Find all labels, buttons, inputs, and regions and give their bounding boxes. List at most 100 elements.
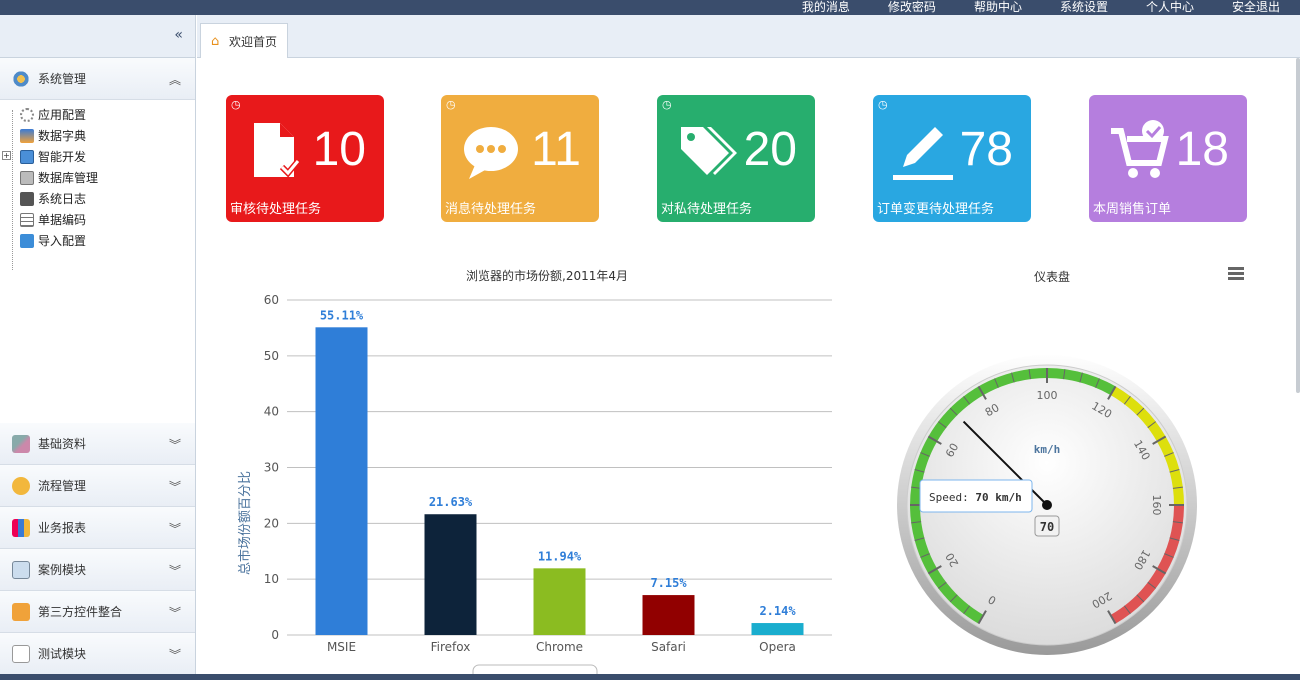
sidebar-group-system[interactable]: 系统管理 ︽ (0, 58, 195, 100)
gauge-tick-label: 100 (1037, 389, 1058, 402)
cart-check-icon (1111, 120, 1169, 178)
tree-item-smart-dev[interactable]: + 智能开发 (2, 146, 195, 167)
book-icon (20, 128, 34, 143)
list-icon (20, 212, 34, 227)
chevron-down-icon[interactable]: ︾ (169, 646, 181, 663)
gear-icon (20, 107, 34, 122)
card-value: 78 (959, 123, 1013, 176)
bar-chrome[interactable] (533, 568, 586, 635)
chart-bars: 55.11% MSIE 21.63% Firefox 11.94% Chrome 7.15%… (315, 308, 804, 654)
import-icon (20, 233, 34, 248)
x-tick-label: Opera (759, 640, 796, 654)
sidebar-group-plugin[interactable]: 第三方控件整合 ︾ (0, 591, 195, 633)
double-chevron-left-icon[interactable]: « (174, 27, 183, 43)
tree-item-logs[interactable]: 系统日志 (8, 188, 195, 209)
tree-item-import[interactable]: 导入配置 (8, 230, 195, 251)
tab-home[interactable]: ⌂ 欢迎首页 (200, 23, 289, 59)
y-axis-label: 总市场份额百分比 (237, 471, 253, 575)
card-value: 18 (1175, 123, 1229, 176)
bar-firefox[interactable] (424, 514, 477, 635)
log-icon (20, 191, 34, 206)
tools-icon (12, 434, 30, 453)
sidebar-group-flow[interactable]: 流程管理 ︾ (0, 465, 195, 507)
y-tick-label: 50 (264, 349, 279, 363)
clock-icon: ◷ (446, 98, 456, 111)
expand-plus-icon[interactable]: + (2, 151, 11, 160)
chevron-down-icon[interactable]: ︾ (169, 562, 181, 579)
sidebar-group-report[interactable]: 业务报表 ︾ (0, 507, 195, 549)
document-check-icon (254, 123, 301, 178)
chart-title: 浏览器的市场份额,2011年4月 (466, 268, 628, 283)
chevron-up-icon[interactable]: ︽ (169, 71, 181, 88)
tree-item-database[interactable]: 数据库管理 (8, 167, 195, 188)
sidebar-group-basic[interactable]: 基础资料 ︾ (0, 423, 195, 465)
report-icon (12, 518, 30, 537)
sidebar: « 系统管理 ︽ 应用配置 数据字典 + 智能开发 数据库管理 系统日志 单据编… (0, 15, 196, 680)
card-value: 10 (312, 123, 366, 176)
x-tick-label: Safari (651, 640, 686, 654)
stat-card-weekly-sales[interactable]: 18 本周销售订单 (1089, 95, 1247, 222)
card-caption: 对私待处理任务 (661, 202, 753, 217)
y-tick-label: 30 (264, 461, 279, 475)
stat-card-order-change[interactable]: ◷ 78 订单变更待处理任务 (873, 95, 1031, 222)
card-caption: 消息待处理任务 (445, 202, 537, 217)
chevron-down-icon[interactable]: ︾ (169, 520, 181, 537)
home-icon: ⌂ (211, 33, 220, 49)
tree-item-app-config[interactable]: 应用配置 (8, 104, 195, 125)
tree-item-dictionary[interactable]: 数据字典 (8, 125, 195, 146)
y-tick-label: 20 (264, 516, 279, 530)
top-menu-change-password[interactable]: 修改密码 (888, 0, 936, 15)
gauge-pivot (1042, 500, 1052, 510)
y-tick-label: 40 (264, 405, 279, 419)
gauge-unit: km/h (1034, 443, 1061, 456)
top-menu-settings[interactable]: 系统设置 (1060, 0, 1108, 15)
top-menu-messages[interactable]: 我的消息 (802, 0, 850, 15)
scrollbar[interactable] (1296, 58, 1300, 393)
stat-card-audit[interactable]: ◷ 10 审核待处理任务 (226, 95, 384, 222)
stat-card-private[interactable]: ◷ 20 对私待处理任务 (657, 95, 815, 222)
pencil-icon (893, 127, 953, 180)
data-label: 21.63% (429, 495, 473, 509)
main-content: ◷ 10 审核待处理任务 ◷ 11 消息待处理任务 ◷ 20 对私待处理任务 ◷ (197, 58, 1300, 680)
card-caption: 订单变更待处理任务 (877, 202, 995, 217)
chevron-down-icon[interactable]: ︾ (169, 478, 181, 495)
tree-item-doc-code[interactable]: 单据编码 (8, 209, 195, 230)
clock-icon: ◷ (662, 98, 672, 111)
bar-chart: 浏览器的市场份额,2011年4月 总市场份额百分比 0102030405060 … (237, 268, 832, 678)
tags-icon (681, 127, 737, 175)
data-label: 7.15% (650, 576, 687, 590)
sidebar-group-test[interactable]: 测试模块 ︾ (0, 633, 195, 675)
sidebar-group-label: 系统管理 (38, 72, 87, 86)
stat-card-messages[interactable]: ◷ 11 消息待处理任务 (441, 95, 599, 222)
top-bar: 我的消息 修改密码 帮助中心 系统设置 个人中心 安全退出 (0, 0, 1300, 15)
database-icon (20, 170, 34, 185)
chevron-down-icon[interactable]: ︾ (169, 436, 181, 453)
x-tick-label: MSIE (327, 640, 356, 654)
data-label: 2.14% (759, 604, 796, 618)
card-value: 20 (743, 123, 797, 176)
gauge-value-label: 70 (1040, 520, 1054, 534)
card-value: 11 (531, 123, 581, 176)
gauge-tooltip: Speed: 70 km/h (919, 479, 1033, 513)
top-menu-profile[interactable]: 个人中心 (1146, 0, 1194, 15)
flow-icon (12, 476, 30, 495)
gauge-tick-label: 160 (1150, 495, 1163, 516)
bar-msie[interactable] (315, 327, 368, 635)
plugin-icon (12, 602, 30, 621)
bar-opera[interactable] (751, 623, 804, 635)
chevron-down-icon[interactable]: ︾ (169, 604, 181, 621)
tooltip-value: 70 km/h (975, 491, 1021, 504)
gauge-chart: 020406080100120140160180200 km/h 70 Spee… (897, 355, 1197, 655)
data-label: 55.11% (320, 308, 364, 322)
bar-safari[interactable] (642, 595, 695, 635)
x-tick-label: Chrome (536, 640, 583, 654)
sidebar-group-case[interactable]: 案例模块 ︾ (0, 549, 195, 591)
data-label: 11.94% (538, 549, 582, 563)
hamburger-icon[interactable] (1228, 267, 1244, 281)
top-menu-logout[interactable]: 安全退出 (1232, 0, 1280, 15)
clock-icon: ◷ (231, 98, 241, 111)
chat-bubble-icon (464, 127, 518, 179)
top-menu-help[interactable]: 帮助中心 (974, 0, 1022, 15)
case-icon (12, 560, 30, 579)
svg-text:Speed: 70 km/h: Speed: 70 km/h (929, 491, 1022, 504)
